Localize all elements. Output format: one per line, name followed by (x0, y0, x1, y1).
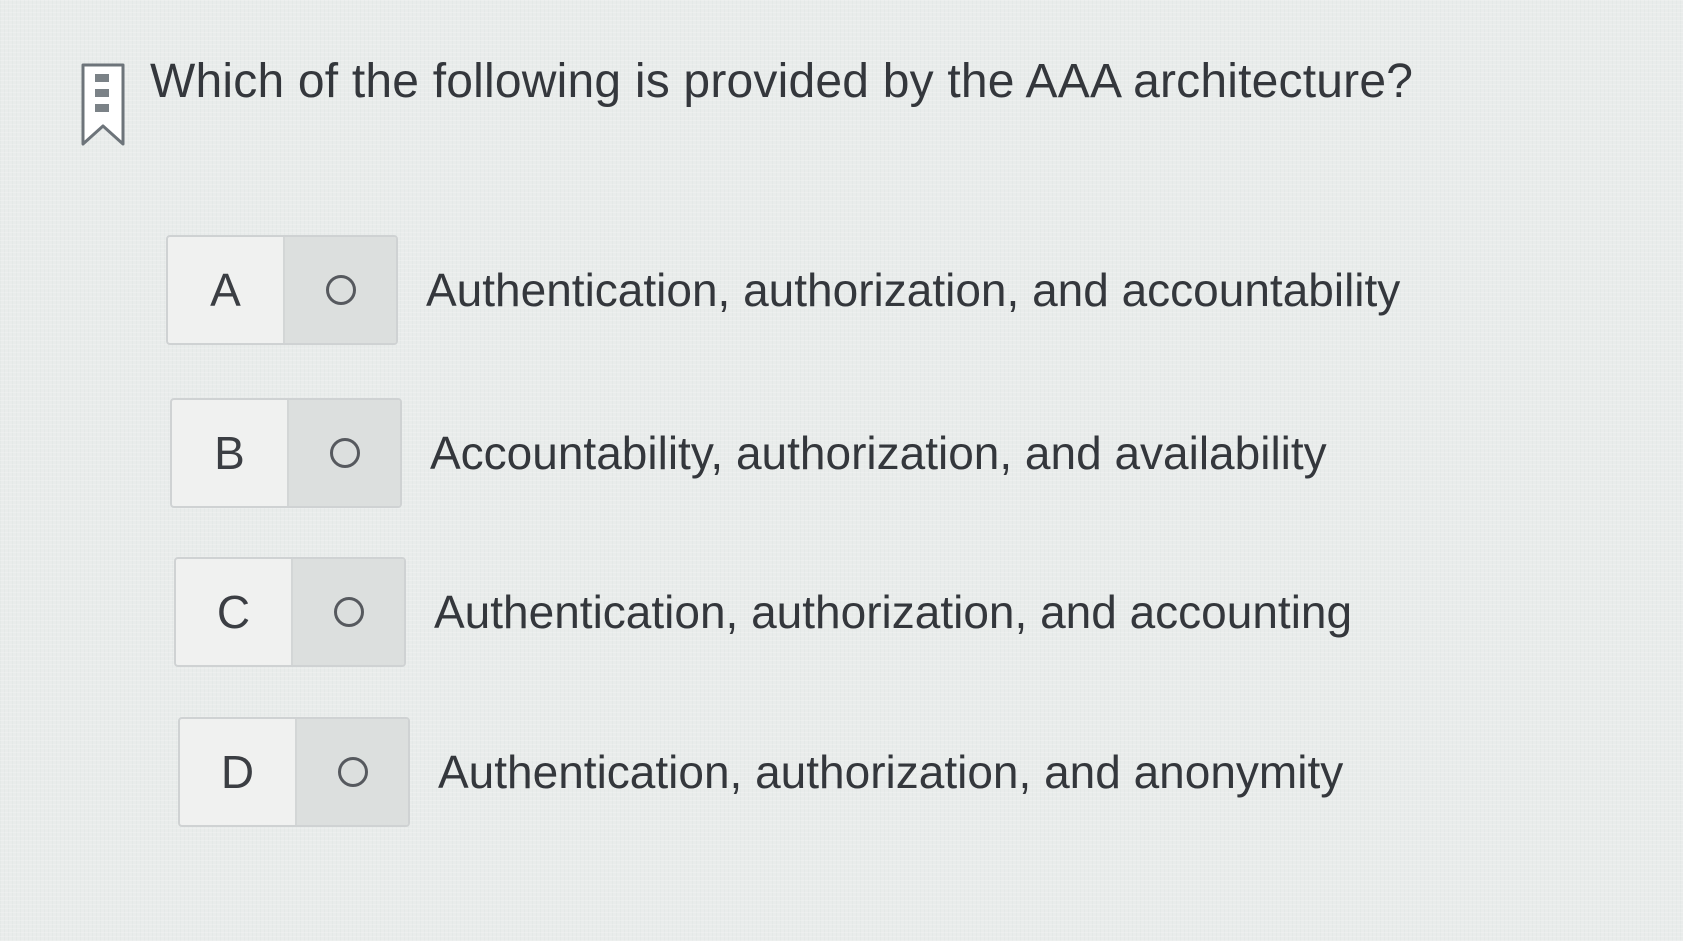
option-label[interactable]: Authentication, authorization, and anony… (438, 745, 1343, 799)
option-letter: C (176, 559, 293, 665)
option-letter: B (172, 400, 289, 506)
radio-unselected-icon[interactable] (333, 597, 364, 627)
option-letter: A (168, 237, 285, 343)
radio-unselected-icon[interactable] (337, 757, 368, 787)
option-b-box[interactable]: B (170, 398, 402, 508)
option-a[interactable]: A Authentication, authorization, and acc… (166, 235, 1400, 345)
radio-unselected-icon[interactable] (325, 275, 356, 305)
option-label[interactable]: Authentication, authorization, and accou… (426, 263, 1400, 317)
option-c[interactable]: C Authentication, authorization, and acc… (174, 557, 1352, 667)
option-a-box[interactable]: A (166, 235, 398, 345)
option-b-radio-panel[interactable] (289, 400, 400, 506)
option-label[interactable]: Authentication, authorization, and accou… (434, 585, 1352, 639)
option-letter: D (180, 719, 297, 825)
option-d-radio-panel[interactable] (297, 719, 408, 825)
option-c-box[interactable]: C (174, 557, 406, 667)
question-text: Which of the following is provided by th… (150, 55, 1414, 108)
radio-unselected-icon[interactable] (329, 438, 360, 468)
bookmark-icon[interactable] (80, 62, 126, 148)
option-a-radio-panel[interactable] (285, 237, 396, 343)
option-label[interactable]: Accountability, authorization, and avail… (430, 426, 1327, 480)
option-b[interactable]: B Accountability, authorization, and ava… (170, 398, 1327, 508)
option-c-radio-panel[interactable] (293, 559, 404, 665)
option-d-box[interactable]: D (178, 717, 410, 827)
option-d[interactable]: D Authentication, authorization, and ano… (178, 717, 1343, 827)
